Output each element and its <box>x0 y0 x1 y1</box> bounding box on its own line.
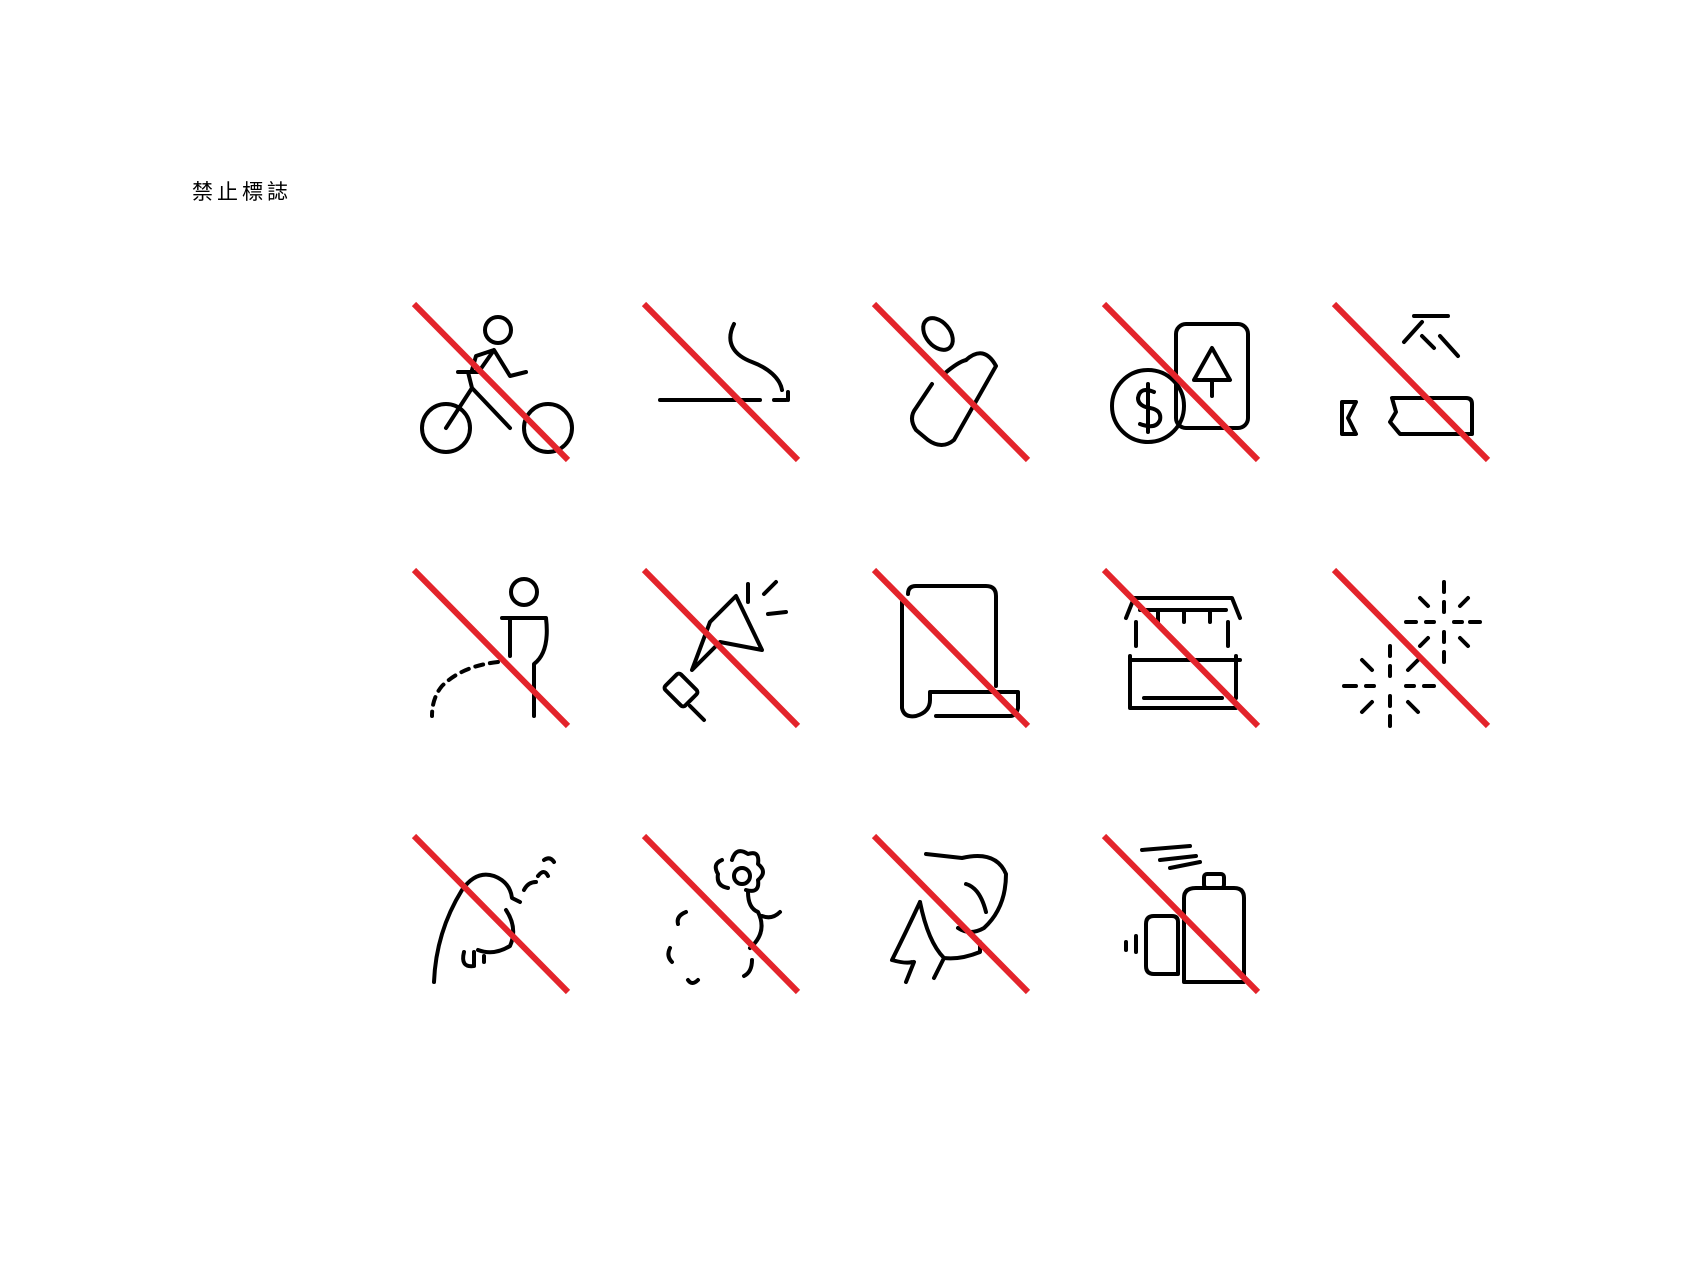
no-vandalism-icon <box>1331 301 1491 463</box>
no-flower-picking-icon <box>641 833 801 995</box>
no-gambling-sign <box>1100 300 1276 476</box>
no-loudspeaker-sign <box>640 566 816 742</box>
no-feeding-birds-icon <box>871 833 1031 995</box>
no-spitting-sign <box>410 832 586 1008</box>
no-posting-icon <box>871 567 1031 729</box>
no-feeding-birds-sign <box>870 832 1046 1008</box>
no-fireworks-icon <box>1331 567 1491 729</box>
no-street-vending-sign <box>1100 566 1276 742</box>
no-vandalism-sign <box>1330 300 1506 476</box>
no-cycling-sign <box>410 300 586 476</box>
no-spray-painting-sign <box>1100 832 1276 1008</box>
no-drinking-icon <box>871 301 1031 463</box>
no-spitting-icon <box>411 833 571 995</box>
no-posting-sign <box>870 566 1046 742</box>
no-fireworks-sign <box>1330 566 1506 742</box>
no-gambling-icon <box>1101 301 1261 463</box>
no-cycling-icon <box>411 301 574 463</box>
no-urinating-icon <box>411 567 571 729</box>
page-title: 禁止標誌 <box>192 180 292 204</box>
no-smoking-icon <box>641 301 801 463</box>
no-loudspeaker-icon <box>641 567 801 729</box>
no-flower-picking-sign <box>640 832 816 1008</box>
no-spray-painting-icon <box>1101 833 1261 995</box>
no-drinking-sign <box>870 300 1046 476</box>
no-street-vending-icon <box>1101 567 1261 729</box>
no-urinating-sign <box>410 566 586 742</box>
no-smoking-sign <box>640 300 816 476</box>
